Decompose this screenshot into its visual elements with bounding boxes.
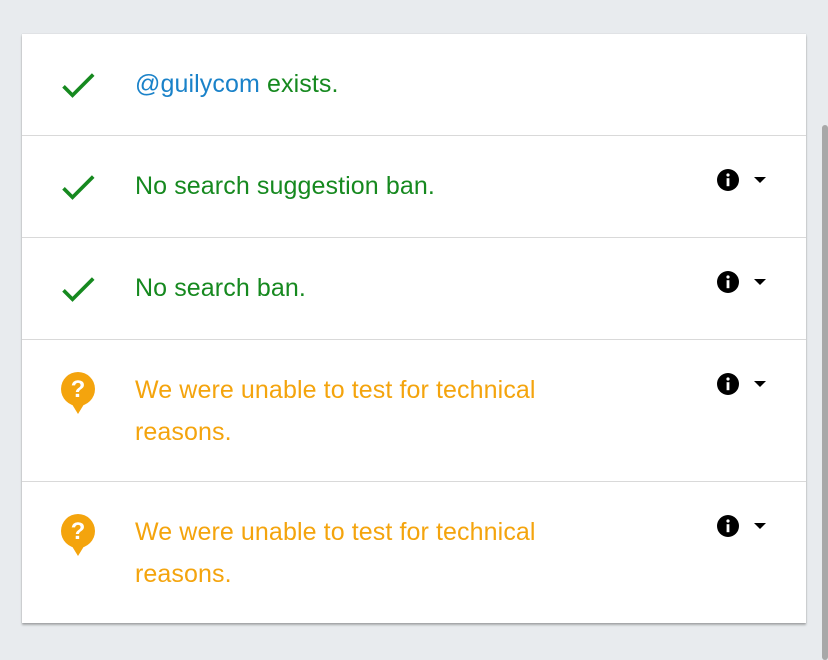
info-dropdown-toggle[interactable] <box>716 372 776 402</box>
info-icon <box>717 271 739 293</box>
info-dropdown-toggle[interactable] <box>716 168 776 198</box>
result-row-test-unavailable: ? We were unable to test for technical r… <box>22 340 806 482</box>
info-dropdown-toggle[interactable] <box>716 270 776 300</box>
info-icon <box>717 515 739 537</box>
scrollbar[interactable] <box>822 125 828 660</box>
caret-down-icon <box>754 177 766 183</box>
result-row-account-exists: @guilycom exists. <box>22 34 806 136</box>
result-message: We were unable to test for technical rea… <box>135 376 536 446</box>
check-icon <box>62 175 95 200</box>
caret-down-icon <box>754 381 766 387</box>
check-icon <box>62 73 95 98</box>
svg-text:?: ? <box>71 376 86 403</box>
result-row-search-suggestion-ban: No search suggestion ban. <box>22 136 806 238</box>
result-row-test-unavailable: ? We were unable to test for technical r… <box>22 482 806 623</box>
info-dropdown-toggle[interactable] <box>716 514 776 544</box>
result-row-search-ban: No search ban. <box>22 238 806 340</box>
results-card: @guilycom exists. No search suggestion b… <box>22 34 806 623</box>
question-bubble-icon: ? <box>61 514 95 556</box>
result-message: We were unable to test for technical rea… <box>135 518 536 588</box>
username-handle[interactable]: @guilycom <box>135 70 260 98</box>
result-message: @guilycom exists. <box>135 70 339 98</box>
result-message: No search ban. <box>135 274 306 302</box>
info-icon <box>717 373 739 395</box>
result-message: No search suggestion ban. <box>135 172 435 200</box>
caret-down-icon <box>754 523 766 529</box>
check-icon <box>62 277 95 302</box>
info-icon <box>717 169 739 191</box>
svg-text:?: ? <box>71 518 86 545</box>
caret-down-icon <box>754 279 766 285</box>
question-bubble-icon: ? <box>61 372 95 414</box>
